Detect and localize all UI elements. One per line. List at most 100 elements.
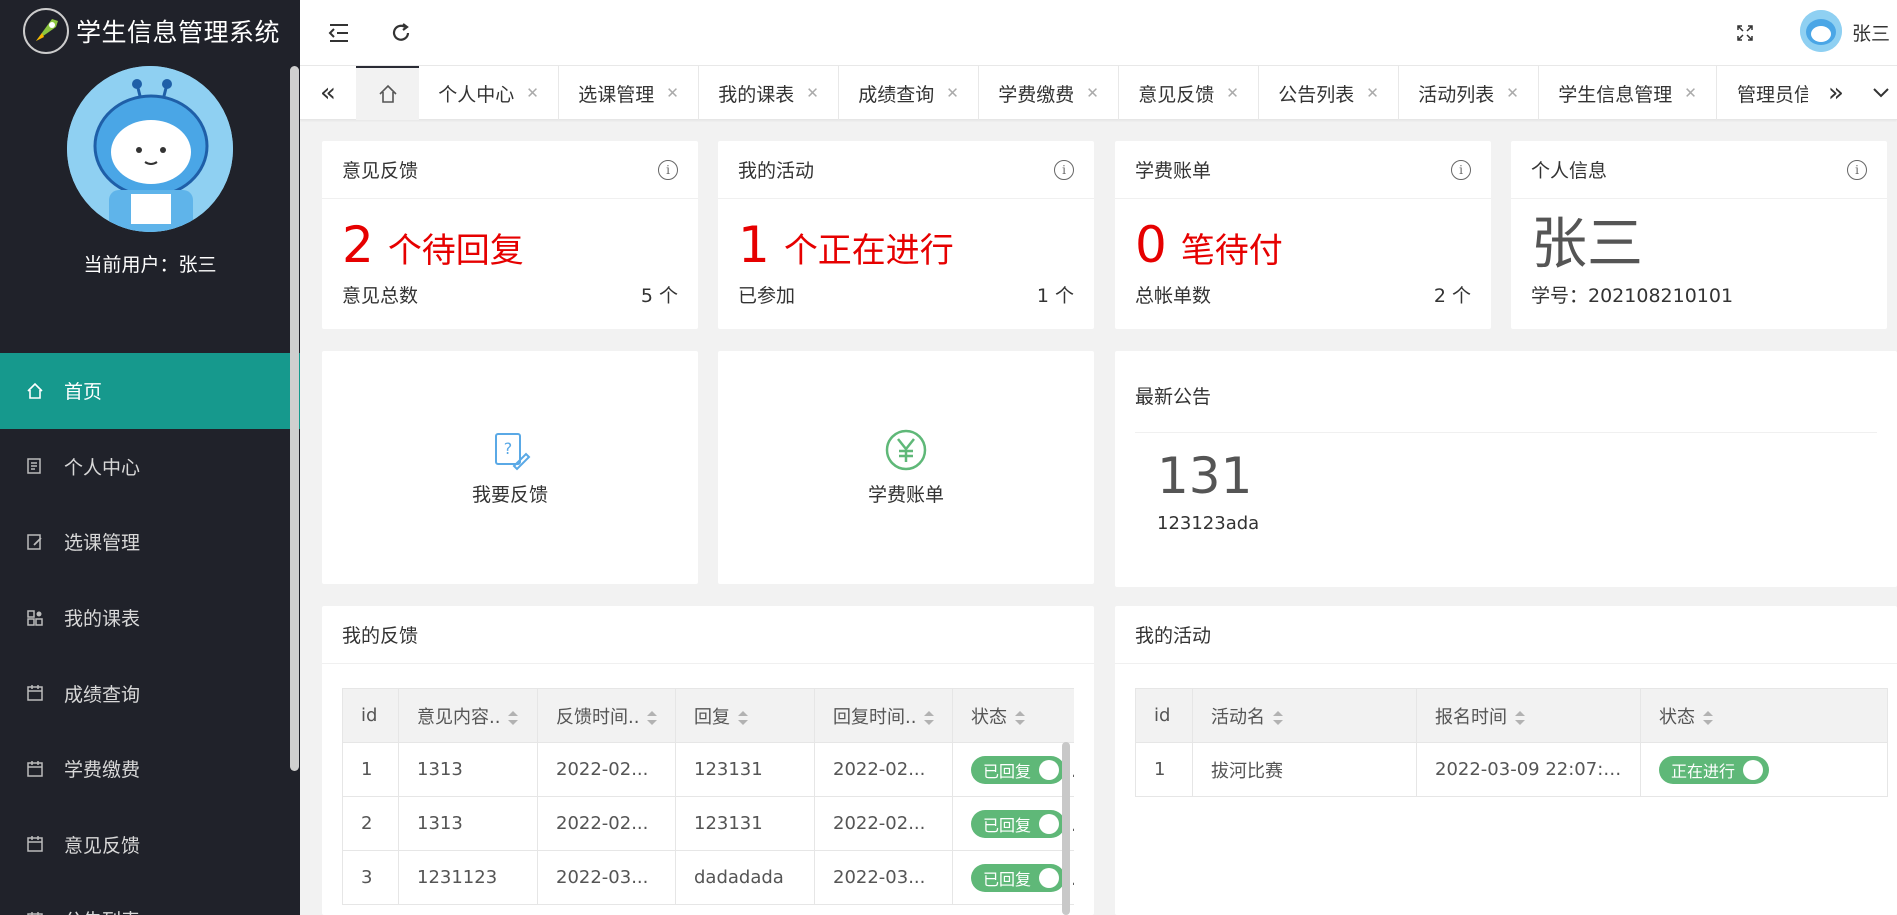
tab-notices[interactable]: 公告列表 ✕ <box>1259 66 1399 120</box>
column-header-id[interactable]: id <box>342 688 399 743</box>
close-icon[interactable]: ✕ <box>666 84 679 102</box>
column-header-content[interactable]: 意见内容.. <box>398 688 538 743</box>
header-username[interactable]: 张三 <box>1852 19 1890 46</box>
tab-feedback[interactable]: 意见反馈 ✕ <box>1119 66 1259 120</box>
tab-timetable[interactable]: 我的课表 ✕ <box>699 66 839 120</box>
tab-student-info[interactable]: 学生信息管理 ✕ <box>1539 66 1717 120</box>
header-avatar[interactable] <box>1800 10 1842 52</box>
close-icon[interactable]: ✕ <box>1506 84 1519 102</box>
sidebar-item-grades[interactable]: 成绩查询 <box>0 655 300 731</box>
sort-icon[interactable] <box>508 710 519 725</box>
tab-activities[interactable]: 活动列表 ✕ <box>1399 66 1539 120</box>
close-icon[interactable]: ✕ <box>1684 84 1697 102</box>
table-row[interactable]: 1 1313 2022-02... 123131 2022-02... 已回复 <box>342 742 1074 797</box>
tab-scroll-right-button[interactable]: » <box>1808 66 1864 120</box>
sort-icon[interactable] <box>924 710 935 725</box>
student-number: 学号：202108210101 <box>1531 285 1734 307</box>
sort-icon[interactable] <box>1703 710 1713 725</box>
tuition-bill-button[interactable]: 学费账单 <box>718 351 1094 584</box>
stat-foot-label: 总帐单数 <box>1135 285 1212 307</box>
double-chevron-right-icon: » <box>1828 78 1844 108</box>
card-title: 我的反馈 <box>342 625 419 647</box>
status-switch[interactable]: 已回复 <box>971 863 1066 892</box>
column-header-reply[interactable]: 回复 <box>675 688 815 743</box>
sidebar-item-feedback[interactable]: 意见反馈 <box>0 807 300 883</box>
submit-feedback-button[interactable]: ? 我要反馈 <box>322 351 698 584</box>
sidebar-item-notices[interactable]: 公告列表 <box>0 882 300 915</box>
feedback-table-scrollbar[interactable] <box>1062 742 1070 915</box>
status-switch[interactable]: 已回复 <box>971 809 1066 838</box>
calendar-icon <box>26 760 44 778</box>
tab-label: 学费缴费 <box>998 83 1075 106</box>
logo[interactable]: 学生信息管理系统 <box>0 0 300 62</box>
table-row[interactable]: 3 1231123 2022-03... dadadada 2022-03...… <box>342 850 1074 905</box>
refresh-button[interactable] <box>384 16 418 50</box>
tab-label: 我的课表 <box>718 83 795 106</box>
close-icon[interactable]: ✕ <box>526 84 539 102</box>
action-label: 我要反馈 <box>471 484 548 506</box>
column-header-id[interactable]: id <box>1135 688 1193 743</box>
close-icon[interactable]: ✕ <box>946 84 959 102</box>
profile: 当前用户：张三 <box>0 62 300 292</box>
tab-admin-info[interactable]: 管理员信息 <box>1717 66 1808 120</box>
info-icon[interactable]: i <box>1054 159 1074 180</box>
fullscreen-button[interactable] <box>1728 16 1762 50</box>
column-header-signup-time[interactable]: 报名时间 <box>1416 688 1641 743</box>
table-row[interactable]: 1 拔河比赛 2022-03-09 22:07:05 正在进行 <box>1135 742 1888 797</box>
feedback-table: id 意见内容.. 反馈时间.. 回复 回复时间.. 状态 1 1313 202… <box>342 688 1074 905</box>
sidebar-item-tuition[interactable]: 学费缴费 <box>0 731 300 807</box>
sort-icon[interactable] <box>738 710 748 725</box>
personal-info-card: 个人信息 i 张三 学号：202108210101 <box>1511 141 1887 329</box>
calendar-icon <box>26 911 44 915</box>
sidebar-scrollbar[interactable] <box>290 66 299 771</box>
tab-menu-dropdown[interactable] <box>1864 66 1897 120</box>
collapse-menu-button[interactable] <box>322 16 356 50</box>
column-header-time[interactable]: 反馈时间.. <box>537 688 676 743</box>
home-icon <box>378 84 397 103</box>
close-icon[interactable]: ✕ <box>1226 84 1239 102</box>
close-icon[interactable]: ✕ <box>806 84 819 102</box>
close-icon[interactable]: ✕ <box>1086 84 1099 102</box>
sort-icon[interactable] <box>647 710 658 725</box>
table-row[interactable]: 2 1313 2022-02... 123131 2022-02... 已回复 <box>342 796 1074 851</box>
status-switch[interactable]: 正在进行 <box>1659 755 1770 784</box>
tab-tuition[interactable]: 学费缴费 ✕ <box>979 66 1119 120</box>
rocket-icon <box>23 8 69 54</box>
cell-id: 2 <box>342 796 399 851</box>
tab-course-selection[interactable]: 选课管理 ✕ <box>559 66 699 120</box>
column-header-status[interactable]: 状态 <box>1640 688 1888 743</box>
card-title: 我的活动 <box>738 160 815 182</box>
sort-icon[interactable] <box>1273 710 1283 725</box>
action-label: 学费账单 <box>867 484 944 506</box>
tab-scroll-left-button[interactable]: « <box>300 66 356 120</box>
cell-content: 1313 <box>398 742 538 797</box>
sidebar-item-timetable[interactable]: 我的课表 <box>0 580 300 656</box>
column-header-name[interactable]: 活动名 <box>1192 688 1417 743</box>
sidebar-item-label: 公告列表 <box>64 906 140 915</box>
avatar[interactable] <box>67 66 233 232</box>
yuan-icon <box>885 429 927 471</box>
status-switch[interactable]: 已回复 <box>971 755 1066 784</box>
sidebar-item-home[interactable]: 首页 <box>0 353 300 429</box>
tab-grades[interactable]: 成绩查询 ✕ <box>839 66 979 120</box>
cell-time: 2022-03... <box>537 850 676 905</box>
card-title: 学费账单 <box>1135 160 1212 182</box>
sidebar-item-profile[interactable]: 个人中心 <box>0 429 300 505</box>
latest-notice-card[interactable]: 最新公告 131 123123ada <box>1115 351 1897 587</box>
tab-list: 个人中心 ✕ 选课管理 ✕ 我的课表 ✕ 成绩查询 ✕ 学费缴费 ✕ 意见反馈 ✕ 公告列表… <box>419 66 1808 120</box>
activity-stat-card: 我的活动 i 1 个正在进行 已参加 1 个 <box>718 141 1094 329</box>
sidebar-item-course-selection[interactable]: 选课管理 <box>0 504 300 580</box>
sort-icon[interactable] <box>1515 710 1525 725</box>
column-header-reply-time[interactable]: 回复时间.. <box>814 688 953 743</box>
column-header-status[interactable]: 状态 <box>952 688 1074 743</box>
close-icon[interactable]: ✕ <box>1366 84 1379 102</box>
tab-profile[interactable]: 个人中心 ✕ <box>419 66 559 120</box>
robot-avatar-icon <box>67 66 233 232</box>
refresh-icon <box>392 23 410 41</box>
tab-home[interactable] <box>356 66 419 120</box>
info-icon[interactable]: i <box>1451 159 1471 180</box>
sort-icon[interactable] <box>1015 710 1025 725</box>
info-icon[interactable]: i <box>1847 159 1867 180</box>
cell-id: 1 <box>1135 742 1193 797</box>
info-icon[interactable]: i <box>658 159 678 180</box>
